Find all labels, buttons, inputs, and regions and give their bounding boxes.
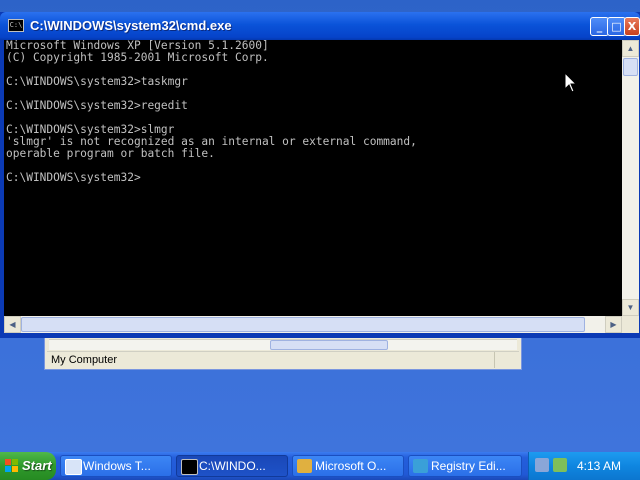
taskbar-item-label: Windows T... (83, 459, 151, 473)
taskbar-item-regedit[interactable]: Registry Edi... (408, 455, 522, 477)
vertical-scrollbar[interactable]: ▲ ▼ (622, 40, 639, 316)
console-text: Microsoft Windows XP [Version 5.1.2600] … (6, 40, 417, 184)
taskbar-item-cmd[interactable]: C:\WINDO... (176, 455, 288, 477)
start-button[interactable]: Start (0, 452, 56, 480)
horizontal-scrollbar[interactable]: ◀ ▶ (4, 316, 622, 333)
clock[interactable]: 4:13 AM (577, 459, 621, 473)
taskbar-item-task-manager[interactable]: Windows T... (60, 455, 172, 477)
network-icon[interactable] (535, 458, 549, 472)
task-manager-icon (65, 459, 82, 475)
windows-logo-icon (5, 459, 19, 473)
taskbar: Start Windows T... C:\WINDO... Microsoft… (0, 452, 640, 480)
scroll-right-icon[interactable]: ▶ (605, 316, 622, 333)
cmd-icon (181, 459, 198, 475)
vertical-scroll-thumb[interactable] (623, 58, 638, 76)
my-computer-status-bar: My Computer (47, 351, 519, 369)
title-bar[interactable]: C:\ C:\WINDOWS\system32\cmd.exe _ □ X (0, 12, 640, 40)
scroll-left-icon[interactable]: ◀ (4, 316, 21, 333)
taskbar-item-office[interactable]: Microsoft O... (292, 455, 404, 477)
office-icon (297, 459, 312, 473)
my-computer-hscroll-thumb[interactable] (270, 340, 388, 350)
status-cell (494, 352, 505, 368)
taskbar-item-label: Microsoft O... (315, 459, 387, 473)
scroll-down-icon[interactable]: ▼ (622, 299, 639, 316)
volume-icon[interactable] (553, 458, 567, 472)
cmd-window[interactable]: C:\ C:\WINDOWS\system32\cmd.exe _ □ X Mi… (0, 12, 640, 338)
cmd-icon[interactable]: C:\ (8, 19, 24, 32)
console-output[interactable]: Microsoft Windows XP [Version 5.1.2600] … (4, 40, 622, 316)
taskbar-item-label: Registry Edi... (431, 459, 506, 473)
system-tray: 4:13 AM (528, 452, 640, 480)
regedit-icon (413, 459, 428, 473)
window-title: C:\WINDOWS\system32\cmd.exe (30, 18, 232, 33)
status-text: My Computer (51, 354, 118, 366)
start-label: Start (22, 458, 52, 473)
scroll-up-icon[interactable]: ▲ (622, 40, 639, 57)
close-button[interactable]: X (624, 17, 640, 36)
horizontal-scroll-thumb[interactable] (21, 317, 585, 332)
taskbar-item-label: C:\WINDO... (199, 459, 266, 473)
scroll-corner (622, 316, 639, 333)
